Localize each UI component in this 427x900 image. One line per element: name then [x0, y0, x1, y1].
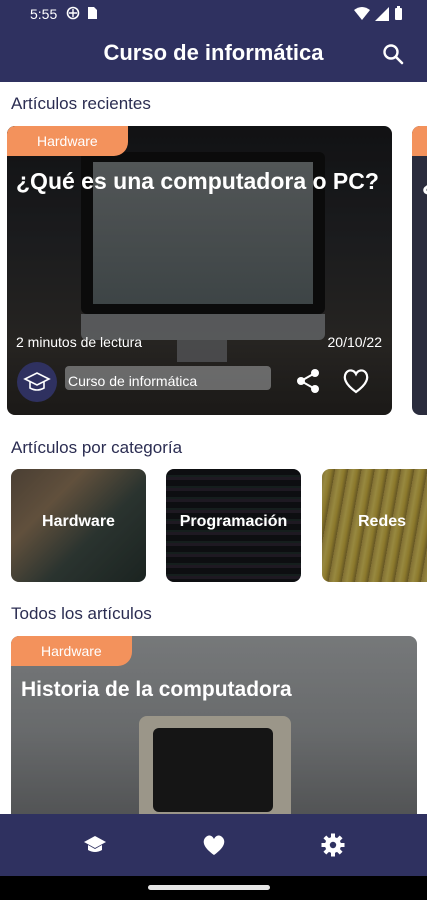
sync-icon	[66, 6, 80, 20]
category-programacion[interactable]: Programación	[166, 469, 301, 582]
next-article-card-peek[interactable]: ¿	[412, 126, 427, 415]
category-label: Programación	[179, 513, 288, 530]
section-title-all: Todos los artículos	[11, 604, 152, 623]
settings-icon[interactable]	[320, 832, 346, 858]
category-label: Redes	[357, 513, 407, 530]
signal-icon	[375, 6, 389, 21]
favorite-outline-icon[interactable]	[341, 366, 371, 396]
heart-icon[interactable]	[201, 832, 227, 858]
article-card[interactable]: Hardware Historia de la computadora	[11, 636, 417, 826]
category-redes[interactable]: Redes	[322, 469, 427, 582]
status-notification-icons	[66, 6, 98, 20]
article-date: 20/10/22	[327, 334, 383, 350]
category-label: Hardware	[42, 513, 115, 530]
school-icon[interactable]	[82, 832, 108, 858]
category-tag: Hardware	[7, 126, 128, 156]
system-navigation-bar	[0, 876, 427, 900]
article-title: ¿Qué es una computadora o PC?	[16, 168, 379, 194]
bottom-navigation	[0, 814, 427, 876]
home-gesture-handle[interactable]	[148, 885, 270, 890]
status-time: 5:55	[30, 6, 58, 22]
sim-card-icon	[88, 7, 97, 19]
school-icon	[23, 372, 51, 391]
share-icon[interactable]	[293, 366, 323, 396]
section-title-categories: Artículos por categoría	[11, 438, 183, 457]
peek-title: ¿	[422, 170, 427, 197]
author-avatar	[17, 362, 57, 402]
category-tag: Hardware	[11, 636, 132, 666]
battery-icon	[395, 6, 402, 20]
featured-article-card[interactable]: Hardware ¿Qué es una computadora o PC? 2…	[7, 126, 392, 415]
article-title: Historia de la computadora	[21, 678, 292, 701]
status-system-icons	[354, 6, 403, 21]
search-icon[interactable]	[381, 42, 405, 66]
wifi-icon	[354, 6, 370, 20]
read-time: 2 minutos de lectura	[16, 334, 143, 350]
author-name: Curso de informática	[68, 373, 198, 389]
category-hardware[interactable]: Hardware	[11, 469, 146, 582]
app-title: Curso de informática	[103, 40, 324, 65]
app-bar: Curso de informática	[0, 28, 427, 82]
section-title-recent: Artículos recientes	[11, 94, 151, 113]
status-bar: 5:55	[0, 0, 427, 28]
